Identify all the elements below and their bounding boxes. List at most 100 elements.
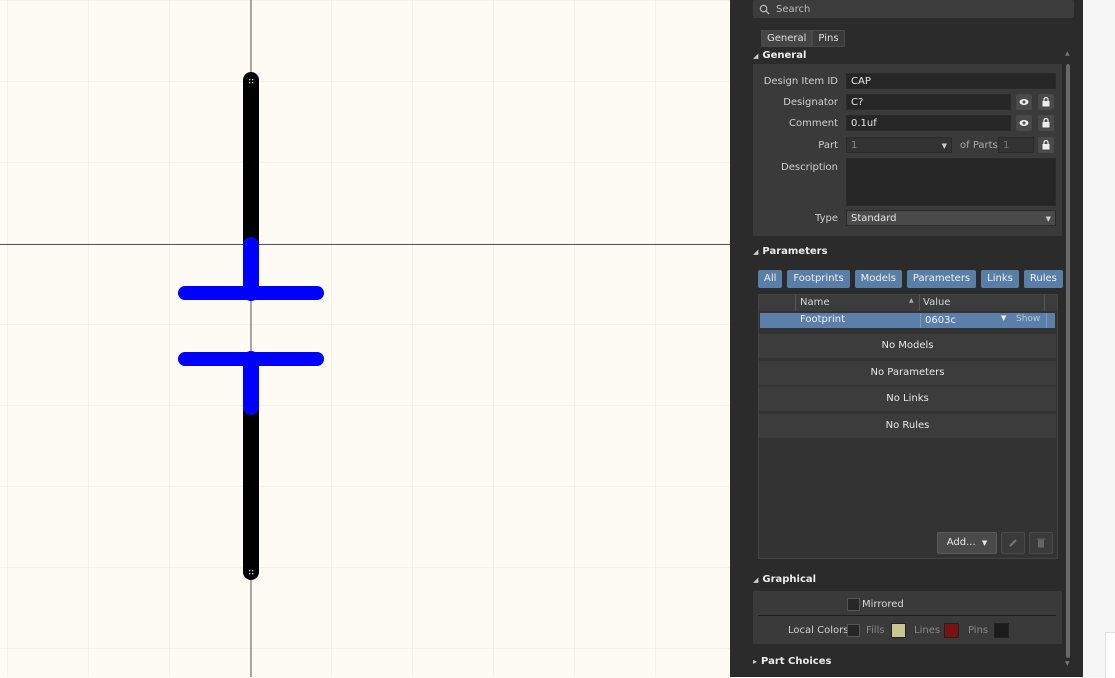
eye-icon: [1019, 120, 1029, 126]
collapse-triangle-icon: ◢: [753, 247, 759, 256]
filter-all-button[interactable]: All: [758, 270, 783, 288]
mirrored-label: Mirrored: [862, 599, 904, 610]
scroll-down-icon[interactable]: ▼: [1065, 660, 1070, 667]
mirrored-checkbox[interactable]: [847, 598, 860, 611]
comment-visibility-button[interactable]: [1016, 115, 1032, 131]
lock-icon: [1042, 97, 1050, 107]
column-divider: [795, 295, 796, 311]
pins-color-swatch[interactable]: [994, 623, 1009, 638]
pins-label: Pins: [968, 625, 989, 636]
filter-links-button[interactable]: Links: [981, 270, 1019, 288]
lines-color-swatch[interactable]: [944, 623, 959, 638]
column-divider: [919, 295, 920, 311]
row-value[interactable]: 0603c: [925, 315, 956, 326]
part-value: 1: [851, 140, 858, 151]
part-label: Part: [818, 140, 838, 151]
type-select[interactable]: Standard ▼: [846, 210, 1056, 226]
delete-button[interactable]: [1029, 532, 1053, 554]
section-general-title: General: [762, 50, 807, 61]
tab-general[interactable]: General: [761, 30, 813, 47]
parameters-table: Name ▲ Value Footprint 0603c ▼ Show No M…: [758, 294, 1058, 559]
design-item-id-field[interactable]: CAP: [846, 73, 1056, 89]
collapse-triangle-icon: ◢: [753, 51, 759, 60]
filter-rules-button[interactable]: Rules: [1023, 270, 1063, 288]
section-graphical-title: Graphical: [762, 574, 817, 585]
empty-links-row: No Links: [759, 387, 1056, 411]
scroll-up-icon[interactable]: ▲: [1065, 50, 1070, 57]
of-parts-label: of Parts: [960, 140, 998, 151]
table-header: Name ▲ Value: [759, 295, 1057, 311]
sort-ascending-icon[interactable]: ▲: [909, 297, 914, 304]
lines-label: Lines: [914, 625, 941, 636]
show-toggle[interactable]: Show: [1016, 314, 1040, 324]
lock-icon: [1042, 140, 1050, 150]
lock-icon: [1042, 118, 1050, 128]
design-item-id-label: Design Item ID: [763, 76, 838, 87]
empty-parameters-row: No Parameters: [759, 361, 1056, 385]
fills-label: Fills: [866, 625, 885, 636]
column-header-value[interactable]: Value: [923, 297, 950, 308]
section-graphical-header[interactable]: ◢ Graphical: [753, 574, 816, 585]
comment-field[interactable]: 0.1uf: [846, 115, 1011, 131]
column-divider: [920, 313, 921, 328]
section-general-header[interactable]: ◢ General: [753, 50, 806, 61]
window-edge: [1105, 632, 1115, 678]
capacitor-symbol[interactable]: [0, 0, 730, 677]
description-label: Description: [781, 162, 838, 173]
type-value: Standard: [851, 213, 897, 224]
local-colors-checkbox[interactable]: [847, 624, 860, 637]
schematic-canvas[interactable]: [0, 0, 730, 677]
filter-parameters-button[interactable]: Parameters: [906, 270, 977, 288]
search-placeholder: Search: [776, 3, 811, 15]
comment-label: Comment: [789, 118, 838, 129]
row-name: Footprint: [800, 314, 846, 325]
tab-pins[interactable]: Pins: [812, 30, 845, 47]
designator-field[interactable]: C?: [846, 94, 1011, 110]
add-button-label: Add...: [946, 537, 976, 548]
chevron-down-icon: ▼: [981, 539, 988, 547]
description-field[interactable]: [846, 158, 1056, 206]
designator-visibility-button[interactable]: [1016, 94, 1032, 110]
eye-icon: [1019, 99, 1029, 105]
chevron-down-icon: ▼: [941, 142, 947, 150]
chevron-down-icon: ▼: [1045, 215, 1051, 223]
parameter-filters: All Footprints Models Parameters Links R…: [758, 270, 1063, 288]
comment-lock-button[interactable]: [1038, 115, 1054, 131]
general-section: Design Item ID CAP Designator C? Comment…: [753, 64, 1062, 236]
divider: [758, 615, 1056, 616]
filter-footprints-button[interactable]: Footprints: [787, 270, 850, 288]
tab-bar: General Pins: [761, 30, 845, 47]
add-parameter-button[interactable]: Add... ▼: [937, 532, 997, 554]
section-part-choices-title: Part Choices: [761, 656, 832, 667]
type-label: Type: [815, 213, 838, 224]
empty-models-row: No Models: [759, 334, 1056, 358]
filter-models-button[interactable]: Models: [854, 270, 902, 288]
window-margin: [1083, 0, 1115, 678]
graphical-section: Mirrored Local Colors Fills Lines Pins: [753, 591, 1062, 644]
pencil-icon: [1009, 539, 1017, 547]
collapse-triangle-icon: ◢: [753, 575, 759, 584]
panel-scrollbar[interactable]: ▲ ▼: [1063, 50, 1073, 670]
properties-panel: Search General Pins ◢ General Design Ite…: [730, 0, 1083, 677]
part-lock-button[interactable]: [1038, 137, 1054, 153]
chevron-down-icon[interactable]: ▼: [1001, 314, 1006, 322]
column-divider: [1044, 295, 1045, 311]
search-input[interactable]: Search: [753, 0, 1074, 18]
column-header-name[interactable]: Name: [800, 297, 830, 308]
search-icon: [759, 4, 770, 15]
fills-color-swatch[interactable]: [891, 623, 906, 638]
designator-label: Designator: [783, 97, 838, 108]
section-parameters-header[interactable]: ◢ Parameters: [753, 246, 828, 257]
of-parts-field: 1: [998, 137, 1034, 153]
empty-rules-row: No Rules: [759, 414, 1056, 438]
local-colors-label: Local Colors: [788, 625, 849, 636]
part-select[interactable]: 1 ▼: [846, 137, 952, 153]
trash-icon: [1037, 538, 1045, 548]
section-part-choices-header[interactable]: ▸ Part Choices: [753, 656, 831, 667]
designator-lock-button[interactable]: [1038, 94, 1054, 110]
table-row[interactable]: Footprint 0603c ▼ Show: [760, 313, 1055, 328]
section-parameters-title: Parameters: [762, 246, 828, 257]
column-divider: [1046, 313, 1047, 328]
edit-button[interactable]: [1001, 532, 1025, 554]
scrollbar-thumb[interactable]: [1066, 64, 1070, 658]
